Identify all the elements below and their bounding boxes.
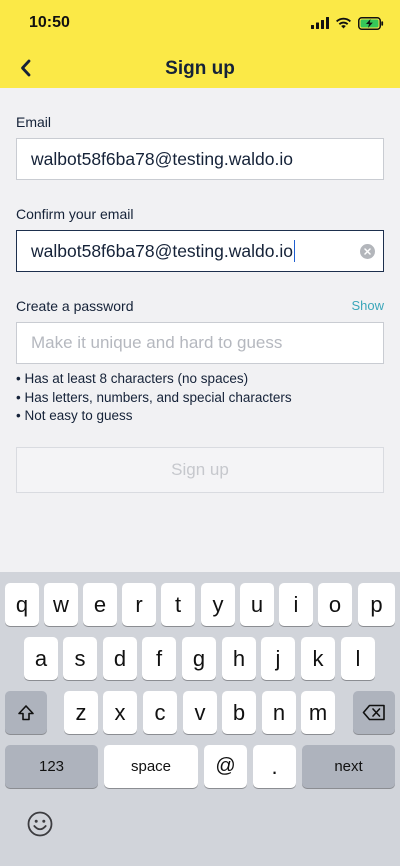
confirm-email-value: walbot58f6ba78@testing.waldo.io bbox=[31, 240, 293, 261]
key-p[interactable]: p bbox=[358, 583, 395, 626]
key-a[interactable]: a bbox=[24, 637, 58, 680]
key-e[interactable]: e bbox=[83, 583, 117, 626]
password-field[interactable]: Make it unique and hard to guess bbox=[16, 322, 384, 364]
password-rules: • Has at least 8 characters (no spaces) … bbox=[16, 370, 292, 426]
show-password-link[interactable]: Show bbox=[351, 298, 384, 313]
key-i[interactable]: i bbox=[279, 583, 313, 626]
email-field[interactable]: walbot58f6ba78@testing.waldo.io bbox=[16, 138, 384, 180]
confirm-email-field[interactable]: walbot58f6ba78@testing.waldo.io bbox=[16, 230, 384, 272]
key-y[interactable]: y bbox=[201, 583, 235, 626]
clear-icon bbox=[364, 248, 371, 255]
key-k[interactable]: k bbox=[301, 637, 335, 680]
key-n[interactable]: n bbox=[262, 691, 296, 734]
emoji-button[interactable] bbox=[26, 810, 54, 838]
password-label: Create a password bbox=[16, 298, 134, 314]
key-o[interactable]: o bbox=[318, 583, 352, 626]
emoji-icon bbox=[27, 811, 53, 837]
key-f[interactable]: f bbox=[142, 637, 176, 680]
space-key[interactable]: space bbox=[104, 745, 198, 788]
key-t[interactable]: t bbox=[161, 583, 195, 626]
key-c[interactable]: c bbox=[143, 691, 177, 734]
key-d[interactable]: d bbox=[103, 637, 137, 680]
key-q[interactable]: q bbox=[5, 583, 39, 626]
confirm-email-label: Confirm your email bbox=[16, 206, 134, 222]
rule-item: • Has letters, numbers, and special char… bbox=[16, 389, 292, 405]
key-z[interactable]: z bbox=[64, 691, 98, 734]
shift-icon bbox=[18, 704, 34, 720]
key-w[interactable]: w bbox=[44, 583, 78, 626]
header: 10:50 Sign up bbox=[0, 0, 400, 88]
clear-text-button[interactable] bbox=[360, 244, 375, 259]
key-x[interactable]: x bbox=[103, 691, 137, 734]
key-s[interactable]: s bbox=[63, 637, 97, 680]
text-cursor bbox=[293, 240, 296, 262]
shift-key[interactable] bbox=[5, 691, 47, 734]
page-title: Sign up bbox=[165, 58, 235, 79]
rule-item: • Has at least 8 characters (no spaces) bbox=[16, 371, 249, 386]
key-h[interactable]: h bbox=[222, 637, 256, 680]
key-m[interactable]: m bbox=[301, 691, 335, 734]
signup-button[interactable]: Sign up bbox=[16, 447, 384, 493]
cellular-icon bbox=[311, 17, 329, 29]
backspace-icon bbox=[362, 704, 385, 721]
rule-item: • Not easy to guess bbox=[16, 408, 133, 423]
status-time: 10:50 bbox=[29, 14, 70, 31]
delete-key[interactable] bbox=[353, 691, 395, 734]
key-g[interactable]: g bbox=[182, 637, 216, 680]
key-l[interactable]: l bbox=[341, 637, 375, 680]
period-key[interactable]: . bbox=[253, 745, 296, 788]
key-r[interactable]: r bbox=[122, 583, 156, 626]
wifi-icon bbox=[336, 17, 351, 29]
at-key[interactable]: @ bbox=[204, 745, 247, 788]
key-u[interactable]: u bbox=[240, 583, 274, 626]
password-placeholder: Make it unique and hard to guess bbox=[31, 333, 283, 352]
key-b[interactable]: b bbox=[222, 691, 256, 734]
numbers-key[interactable]: 123 bbox=[5, 745, 98, 788]
status-icons bbox=[311, 14, 384, 32]
key-v[interactable]: v bbox=[183, 691, 217, 734]
email-label: Email bbox=[16, 114, 52, 130]
battery-charging-icon bbox=[358, 16, 384, 30]
next-key[interactable]: next bbox=[302, 745, 395, 788]
key-j[interactable]: j bbox=[261, 637, 295, 680]
email-value: walbot58f6ba78@testing.waldo.io bbox=[31, 148, 293, 169]
